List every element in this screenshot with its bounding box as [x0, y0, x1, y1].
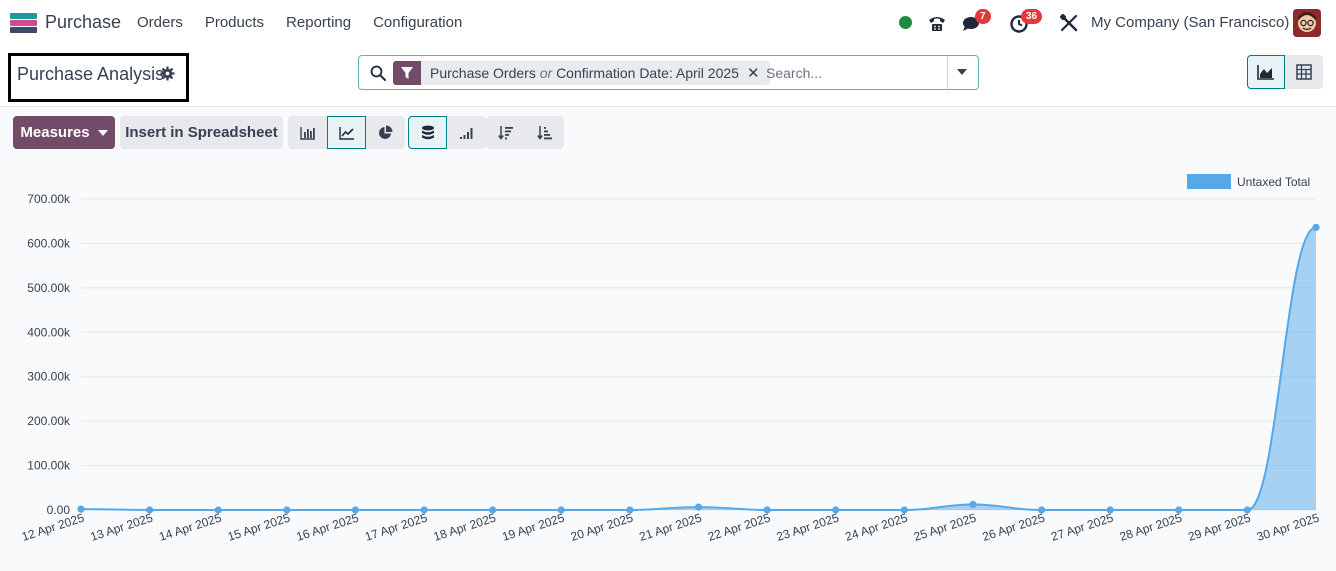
- legend-label[interactable]: Untaxed Total: [1237, 175, 1310, 189]
- data-point: [1243, 506, 1251, 514]
- data-point: [283, 506, 291, 514]
- y-tick-label: 600.00k: [27, 236, 71, 250]
- data-point: [1037, 506, 1046, 514]
- x-tick-label: 25 Apr 2025: [912, 510, 978, 543]
- x-tick-label: 26 Apr 2025: [981, 510, 1047, 543]
- data-point: [900, 506, 908, 514]
- data-point: [1312, 223, 1320, 232]
- data-point: [351, 506, 360, 514]
- y-tick-label: 400.00k: [27, 325, 71, 339]
- x-tick-label: 23 Apr 2025: [775, 510, 841, 543]
- legend-swatch[interactable]: [1187, 174, 1231, 189]
- data-point: [420, 506, 428, 514]
- data-point: [489, 506, 497, 514]
- series-line-untaxed-total: [80, 226, 1317, 512]
- y-tick-label: 500.00k: [27, 281, 71, 295]
- y-tick-label: 200.00k: [27, 414, 71, 428]
- x-tick-label: 17 Apr 2025: [363, 510, 429, 543]
- data-point: [557, 506, 565, 514]
- x-axis-ticks: 12 Apr 2025 13 Apr 2025 14 Apr 2025 15 Apr …: [20, 510, 1321, 543]
- y-tick-label: 700.00k: [27, 192, 71, 206]
- x-tick-label: 22 Apr 2025: [706, 510, 772, 543]
- y-axis-ticks: 0.00100.00k200.00k300.00k400.00k500.00k6…: [27, 192, 71, 517]
- data-point: [1175, 506, 1183, 514]
- data-point: [214, 506, 222, 514]
- series-points: [77, 223, 1320, 514]
- x-tick-label: 19 Apr 2025: [500, 510, 566, 543]
- x-tick-label: 29 Apr 2025: [1186, 510, 1252, 543]
- y-tick-label: 100.00k: [27, 459, 71, 473]
- x-tick-label: 16 Apr 2025: [294, 510, 360, 543]
- x-tick-label: 13 Apr 2025: [89, 510, 155, 543]
- x-tick-label: 15 Apr 2025: [226, 510, 292, 543]
- chart-gridlines: [81, 198, 1316, 511]
- x-tick-label: 27 Apr 2025: [1049, 510, 1115, 543]
- x-tick-label: 28 Apr 2025: [1118, 510, 1184, 543]
- data-point: [626, 506, 634, 514]
- x-tick-label: 30 Apr 2025: [1255, 510, 1321, 543]
- x-tick-label: 14 Apr 2025: [157, 510, 223, 543]
- x-tick-label: 24 Apr 2025: [843, 510, 909, 543]
- area-chart: 0.00100.00k200.00k300.00k400.00k500.00k6…: [20, 192, 1321, 544]
- data-point: [969, 500, 977, 509]
- y-tick-label: 300.00k: [27, 370, 71, 384]
- data-point: [694, 503, 703, 511]
- series-area-untaxed-total: [81, 227, 1316, 511]
- x-tick-label: 18 Apr 2025: [432, 510, 498, 543]
- data-point: [1106, 506, 1114, 514]
- data-point: [146, 506, 154, 514]
- x-tick-label: 20 Apr 2025: [569, 510, 635, 543]
- data-point: [832, 506, 840, 514]
- data-point: [763, 506, 771, 514]
- data-point: [77, 505, 85, 513]
- x-tick-label: 21 Apr 2025: [638, 510, 704, 543]
